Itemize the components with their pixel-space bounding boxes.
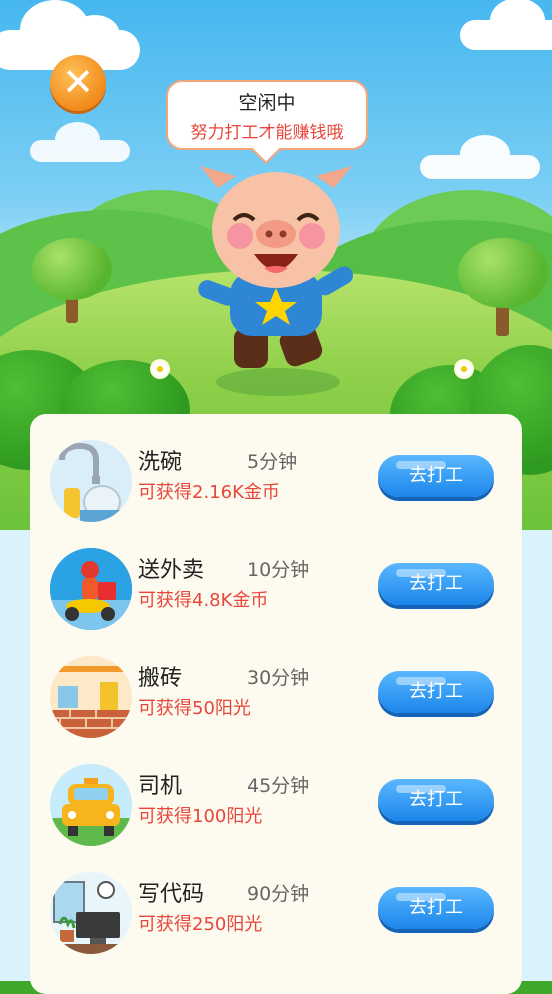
job-row-dishwashing: 洗碗 5分钟 可获得2.16K金币 去打工 xyxy=(30,436,522,526)
job-row-brick: 搬砖 30分钟 可获得50阳光 去打工 xyxy=(30,652,522,742)
job-name: 写代码 xyxy=(138,882,205,907)
job-reward: 可获得50阳光 xyxy=(138,698,251,719)
job-row-driver: 司机 45分钟 可获得100阳光 去打工 xyxy=(30,760,522,850)
go-work-button[interactable]: 去打工 xyxy=(378,887,494,929)
job-name: 搬砖 xyxy=(138,666,183,691)
computer-icon xyxy=(50,872,132,954)
tree-right xyxy=(458,238,548,338)
go-work-button[interactable]: 去打工 xyxy=(378,455,494,497)
go-work-button[interactable]: 去打工 xyxy=(378,563,494,605)
taxi-icon xyxy=(50,764,132,846)
dishwashing-icon xyxy=(50,440,132,522)
tree-left xyxy=(32,238,112,328)
job-name: 送外卖 xyxy=(138,558,205,583)
delivery-icon xyxy=(50,548,132,630)
cloud xyxy=(460,0,552,50)
flower xyxy=(457,362,471,376)
job-duration: 90分钟 xyxy=(247,883,310,905)
job-name: 洗碗 xyxy=(138,450,183,475)
job-reward: 可获得4.8K金币 xyxy=(138,590,269,611)
close-icon: ✕ xyxy=(62,60,94,104)
job-row-coding: 写代码 90分钟 可获得250阳光 去打工 xyxy=(30,868,522,958)
job-reward: 可获得250阳光 xyxy=(138,914,263,935)
job-duration: 30分钟 xyxy=(247,667,310,689)
status-title: 空闲中 xyxy=(238,92,296,114)
job-reward: 可获得100阳光 xyxy=(138,806,263,827)
flower xyxy=(153,362,167,376)
job-duration: 45分钟 xyxy=(247,775,310,797)
jobs-panel: 洗碗 5分钟 可获得2.16K金币 去打工 送外卖 10分钟 可获得4.8K金币… xyxy=(30,414,522,994)
close-button[interactable]: ✕ xyxy=(50,55,106,111)
status-subtitle: 努力打工才能赚钱哦 xyxy=(190,123,344,143)
speech-bubble: 空闲中 努力打工才能赚钱哦 xyxy=(166,80,368,150)
cloud xyxy=(420,135,540,179)
pig-character xyxy=(198,166,354,396)
brick-icon xyxy=(50,656,132,738)
go-work-button[interactable]: 去打工 xyxy=(378,671,494,713)
go-work-button[interactable]: 去打工 xyxy=(378,779,494,821)
job-duration: 10分钟 xyxy=(247,559,310,581)
job-reward: 可获得2.16K金币 xyxy=(138,482,280,503)
job-name: 司机 xyxy=(138,774,183,799)
cloud xyxy=(30,122,130,162)
job-row-delivery: 送外卖 10分钟 可获得4.8K金币 去打工 xyxy=(30,544,522,634)
job-duration: 5分钟 xyxy=(247,451,298,473)
